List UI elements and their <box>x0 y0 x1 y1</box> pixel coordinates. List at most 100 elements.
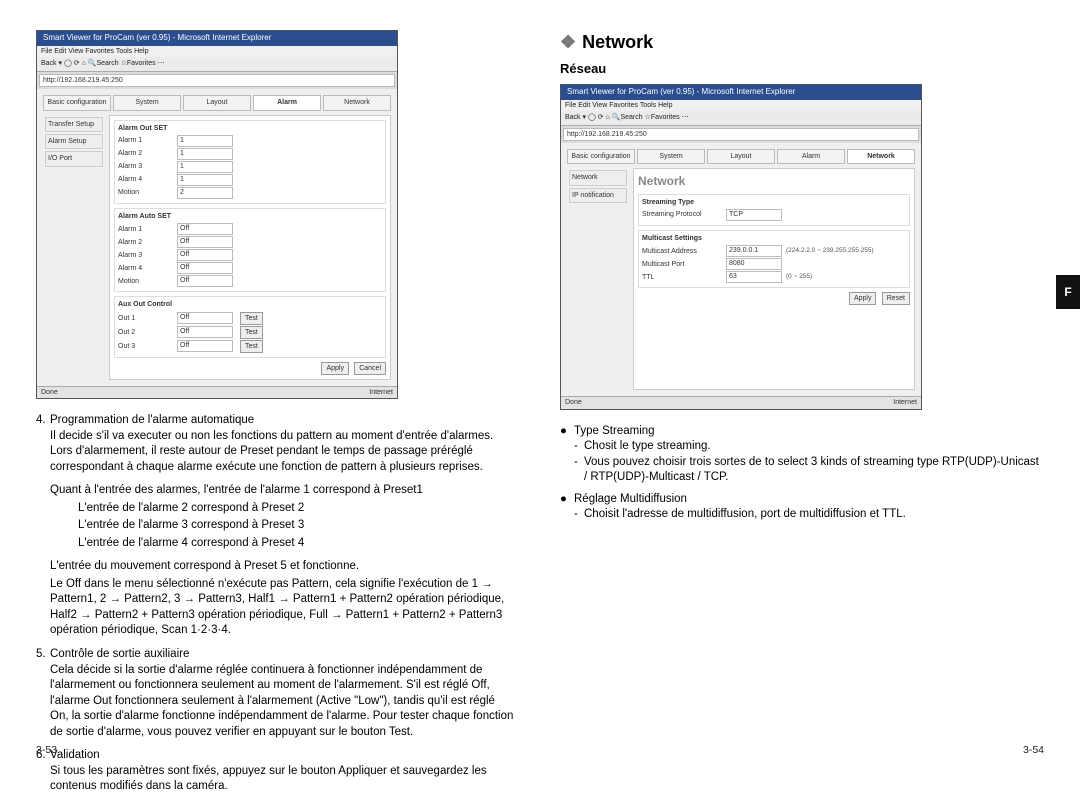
left-sidebar: Transfer Setup Alarm Setup I/O Port <box>43 115 105 169</box>
row-hint: (224.2.2.0 ~ 239.255.255.255) <box>786 247 874 256</box>
tab-system[interactable]: System <box>113 95 181 110</box>
heading-text: Network <box>582 32 653 52</box>
row-value[interactable]: 1 <box>177 148 233 160</box>
paragraph: Cela décide si la sortie d'alarme réglée… <box>36 663 514 741</box>
left-sidebar: Network IP notification <box>567 168 629 205</box>
bullet-icon: ● <box>560 424 574 440</box>
row-label: Alarm 1 <box>118 225 173 234</box>
row-label: Alarm 4 <box>118 175 173 184</box>
item-title: Contrôle de sortie auxiliaire <box>50 647 189 663</box>
sidebar-item-transfer[interactable]: Transfer Setup <box>45 117 103 132</box>
paragraph: Choisit l'adresse de multidiffusion, por… <box>584 507 906 523</box>
row-value[interactable]: 1 <box>177 174 233 186</box>
tab-network[interactable]: Network <box>323 95 391 110</box>
row-value[interactable]: 1 <box>177 161 233 173</box>
row-value[interactable]: 1 <box>177 135 233 147</box>
test-button[interactable]: Test <box>240 326 263 339</box>
tab-basic[interactable]: Basic configuration <box>567 149 635 164</box>
window-menubar: File Edit View Favorites Tools Help <box>37 46 397 57</box>
tab-basic[interactable]: Basic configuration <box>43 95 111 110</box>
paragraph: Vous pouvez choisir trois sortes de to s… <box>584 455 1044 486</box>
row-value[interactable]: Off <box>177 340 233 352</box>
tab-layout[interactable]: Layout <box>707 149 775 164</box>
address-bar: http://192.168.219.45:250 <box>563 128 919 141</box>
status-left: Done <box>565 399 582 406</box>
test-button[interactable]: Test <box>240 312 263 325</box>
sidebar-item-alarm[interactable]: Alarm Setup <box>45 134 103 149</box>
group-title: Multicast Settings <box>642 234 906 243</box>
window-titlebar: Smart Viewer for ProCam (ver 0.95) - Mic… <box>37 31 397 46</box>
group-title: Streaming Type <box>642 198 906 207</box>
sidebar-item-ioport[interactable]: I/O Port <box>45 151 103 166</box>
row-value[interactable]: 2 <box>177 187 233 199</box>
manual-two-page-spread: Smart Viewer for ProCam (ver 0.95) - Mic… <box>0 0 1080 765</box>
tab-system[interactable]: System <box>637 149 705 164</box>
status-bar: Done Internet <box>561 396 921 408</box>
browser-toolbar: Back ▾ ◯ ⟳ ⌂ 🔍Search ☆Favorites ⋯ <box>561 111 921 125</box>
paragraph: L'entrée du mouvement correspond à Prese… <box>36 559 514 575</box>
row-label: Alarm 2 <box>118 149 173 158</box>
apply-button[interactable]: Apply <box>321 362 349 375</box>
sidebar-item-ipnotification[interactable]: IP notification <box>569 188 627 203</box>
paragraph-line: L'entrée de l'alarme 4 correspond à Pres… <box>36 536 514 552</box>
left-page: Smart Viewer for ProCam (ver 0.95) - Mic… <box>0 0 540 765</box>
row-label: Out 1 <box>118 314 173 323</box>
row-label: Alarm 1 <box>118 136 173 145</box>
row-label: Alarm 4 <box>118 264 173 273</box>
row-value[interactable]: Off <box>177 223 233 235</box>
row-label: Multicast Port <box>642 260 722 269</box>
row-hint: (0 ~ 255) <box>786 273 812 282</box>
page-number: 3-53 <box>36 743 57 757</box>
heading-bullet-icon: ❖ <box>560 32 576 52</box>
reset-button[interactable]: Reset <box>882 292 910 305</box>
row-value[interactable]: Off <box>177 326 233 338</box>
status-right: Internet <box>893 398 917 407</box>
row-value[interactable]: Off <box>177 249 233 261</box>
row-value[interactable]: Off <box>177 312 233 324</box>
paragraph: Chosit le type streaming. <box>584 439 711 455</box>
bullet-icon: ● <box>560 492 574 508</box>
ttl-input[interactable]: 63 <box>726 271 782 283</box>
tab-layout[interactable]: Layout <box>183 95 251 110</box>
paragraph-line: L'entrée de l'alarme 3 correspond à Pres… <box>36 518 514 534</box>
paragraph: Si tous les paramètres sont fixés, appuy… <box>36 764 514 795</box>
apply-button[interactable]: Apply <box>849 292 877 305</box>
row-label: Out 2 <box>118 328 173 337</box>
page-number: 3-54 <box>1023 743 1044 757</box>
group-alarm-auto-set: Alarm Auto SET Alarm 1Off Alarm 2Off Ala… <box>114 208 386 292</box>
row-label: Alarm 2 <box>118 238 173 247</box>
group-alarm-out-set: Alarm Out SET Alarm 1 1 Alarm 2 1 Alarm 3 1… <box>114 120 386 204</box>
item-title: Réglage Multidiffusion <box>574 492 687 508</box>
sidebar-item-network[interactable]: Network <box>569 170 627 185</box>
tab-alarm[interactable]: Alarm <box>253 95 321 110</box>
paragraph: Il decide s'il va executer ou non les fo… <box>36 429 514 476</box>
alarm-config-panel: Alarm Out SET Alarm 1 1 Alarm 2 1 Alarm 3 1… <box>109 115 391 380</box>
screenshot-network-settings: Smart Viewer for ProCam (ver 0.95) - Mic… <box>560 84 922 410</box>
row-label: Alarm 3 <box>118 162 173 171</box>
test-button[interactable]: Test <box>240 340 263 353</box>
multicast-address-input[interactable]: 239.0.0.1 <box>726 245 782 257</box>
row-value[interactable]: Off <box>177 236 233 248</box>
list-item-5: 5. Contrôle de sortie auxiliaire <box>36 647 514 663</box>
paragraph: Quant à l'entrée des alarmes, l'entrée d… <box>36 483 514 499</box>
row-label: TTL <box>642 273 722 282</box>
row-value[interactable]: Off <box>177 275 233 287</box>
item-title: Type Streaming <box>574 424 655 440</box>
panel-title: Network <box>638 173 910 189</box>
group-aux-out-control: Aux Out Control Out 1OffTest Out 2OffTes… <box>114 296 386 357</box>
subsection-heading: Réseau <box>560 60 1044 78</box>
tab-alarm[interactable]: Alarm <box>777 149 845 164</box>
cancel-button[interactable]: Cancel <box>354 362 386 375</box>
language-tab: F <box>1056 275 1080 309</box>
row-value[interactable]: Off <box>177 262 233 274</box>
item-title: Validation <box>50 748 100 764</box>
tab-network[interactable]: Network <box>847 149 915 164</box>
group-title: Alarm Out SET <box>118 124 382 133</box>
window-menubar: File Edit View Favorites Tools Help <box>561 100 921 111</box>
browser-toolbar: Back ▾ ◯ ⟳ ⌂ 🔍Search ☆Favorites ⋯ <box>37 57 397 71</box>
streaming-protocol-select[interactable]: TCP <box>726 209 782 221</box>
config-tabs: Basic configuration System Layout Alarm … <box>43 95 391 110</box>
status-bar: Done Internet <box>37 386 397 398</box>
list-item-6: 6. Validation <box>36 748 514 764</box>
multicast-port-input[interactable]: 8080 <box>726 258 782 270</box>
